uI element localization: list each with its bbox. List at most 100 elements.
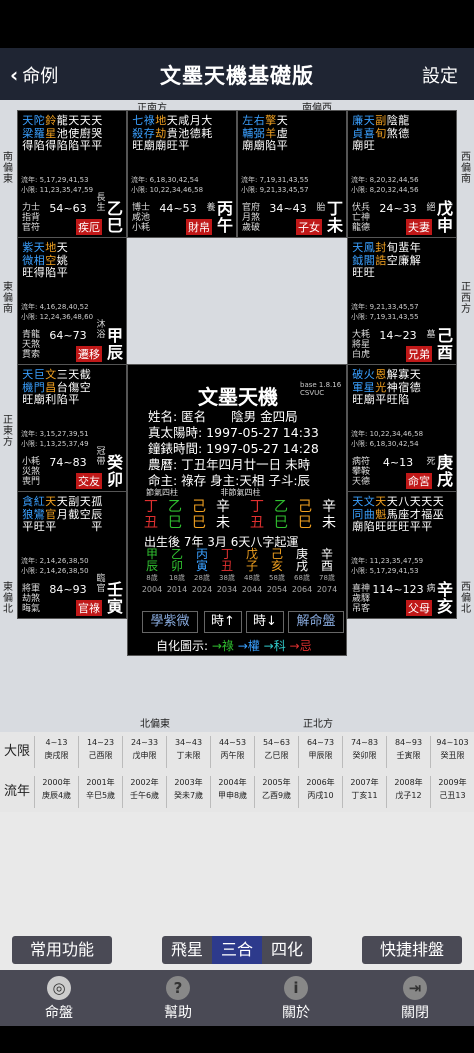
pillar: 己巳	[298, 499, 312, 531]
dayun-cell[interactable]: 丙寅 28歲 2024	[190, 548, 214, 596]
year-line1: 2000年	[42, 778, 71, 787]
palace-name: 夫妻	[406, 219, 432, 235]
palace-11[interactable]: 天同廟文曲陷天魁旺天馬旺八座旺天才平天福平天巫流年: 11,23,35,47,5…	[347, 491, 457, 619]
limit-cell[interactable]: 14~23 己酉限	[78, 736, 122, 768]
year-cell[interactable]: 2008年 戊子12	[386, 776, 430, 808]
dayun-cell[interactable]: 乙卯 18歲 2014	[165, 548, 189, 596]
age-line: 流年: 8,20,32,44,56	[351, 176, 419, 184]
time-up-button[interactable]: 時↑	[204, 611, 242, 633]
year-cell[interactable]: 2000年 庚辰4歲	[34, 776, 78, 808]
star-char: 天	[432, 495, 444, 508]
star: 地空陷	[45, 241, 57, 280]
blank-area	[0, 812, 474, 936]
palace-2[interactable]: 左輔廟右弼廟擎羊陷天虛平流年: 7,19,31,43,55 小限: 9,21,33…	[237, 110, 347, 238]
star-char: 天	[68, 368, 80, 381]
time-down-button[interactable]: 時↓	[246, 611, 284, 633]
limit-cell[interactable]: 24~33 戊申限	[122, 736, 166, 768]
palace-7[interactable]: 破軍旺火星廟恩光平解神旺寡宿陷天德流年: 10,22,34,46,58 小限: 6…	[347, 364, 457, 492]
star: 紅鸞旺	[33, 495, 46, 534]
palace-1[interactable]: 七殺旺祿存廟地劫廟天貴旺咸池平月德大耗流年: 6,18,30,42,54 小限: …	[127, 110, 237, 238]
star: 天傷平	[68, 368, 80, 407]
palace-name: 疾厄	[76, 219, 102, 235]
limit-cell[interactable]: 54~63 乙巳限	[254, 736, 298, 768]
segment-feixing[interactable]: 飛星	[162, 936, 212, 964]
limit-cell[interactable]: 44~53 丙午限	[210, 736, 254, 768]
star-brightness: 旺	[33, 520, 45, 533]
learn-ziwei-button[interactable]: 學紫微	[142, 611, 198, 633]
dayun-cell[interactable]: 庚戌 68歲 2064	[290, 548, 314, 596]
dayun-age: 68歲	[294, 574, 310, 582]
year-cell[interactable]: 2003年 癸未7歲	[166, 776, 210, 808]
year-cell[interactable]: 2002年 壬午6歲	[122, 776, 166, 808]
dayun-cell[interactable]: 辛酉 78歲 2074	[315, 548, 339, 596]
palace-4[interactable]: 紫微旺天相得地空陷天姚平流年: 4,16,28,40,52 小限: 12,24,3…	[17, 237, 127, 365]
palace-5[interactable]: 天鉞旺鳳閣旺封誥旬空蜚廉年解流年: 9,21,33,45,57 小限: 7,19,…	[347, 237, 457, 365]
palace-8[interactable]: 貪狼平紅鸞旺天官平天月副截天空孤辰平流年: 2,14,26,38,50 小限: 2…	[17, 491, 127, 619]
center-title: 文墨天機	[198, 385, 278, 409]
dayun-cell[interactable]: 甲辰 8歲 2004	[140, 548, 164, 596]
palace-3[interactable]: 廉貞廟天喜旺副旬陰煞龍德流年: 8,20,32,44,56 小限: 8,20,32…	[347, 110, 457, 238]
major-limits-row: 大限 4~13 庚戌限 14~23 己酉限 24~33 戊申限 34~43 丁未限 44~53 丙…	[0, 732, 474, 772]
year-cell[interactable]: 2004年 甲申8歲	[210, 776, 254, 808]
star-char: 鳳	[363, 241, 375, 254]
year-cell[interactable]: 2005年 乙酉9歲	[254, 776, 298, 808]
settings-button[interactable]: 設定	[422, 62, 458, 88]
tab-help[interactable]: ? 幫助	[133, 976, 223, 1022]
star-char: 月	[56, 507, 68, 521]
palace-0[interactable]: 天梁得陀羅陷鈴星得龍池陷天使陷天廚平天哭平流年: 5,17,29,41,53 小限…	[17, 110, 127, 238]
dayun-cell[interactable]: 丁丑 38歲 2034	[215, 548, 239, 596]
limit-cell[interactable]: 84~93 壬寅限	[386, 736, 430, 768]
tab-chart[interactable]: ◎ 命盤	[14, 976, 104, 1022]
tab-label: 幫助	[164, 1005, 192, 1021]
star-char: 蜚	[398, 241, 410, 254]
age-list: 流年: 11,23,35,47,59 小限: 5,17,29,41,53	[351, 556, 423, 576]
limit-line2: 癸卯限	[352, 751, 377, 760]
limit-line1: 14~23	[86, 738, 115, 747]
dayun-cell[interactable]: 己亥 58歲 2054	[265, 548, 289, 596]
star: 七殺旺	[132, 114, 144, 153]
star: 陀羅陷	[34, 114, 46, 153]
tab-about[interactable]: i 關於	[251, 976, 341, 1022]
quick-chart-button[interactable]: 快捷排盤	[362, 936, 462, 964]
star-row: 貪狼平紅鸞旺天官平天月副截天空孤辰平	[22, 495, 103, 534]
palace-6[interactable]: 天機旺巨門廟文昌利三台陷天傷平截空流年: 3,15,27,39,51 小限: 1,…	[17, 364, 127, 492]
star-char: 紫	[22, 241, 34, 254]
star-char: 天	[409, 495, 421, 508]
star-brightness: 平	[276, 139, 288, 152]
star-char: 天	[56, 241, 68, 254]
limit-cell[interactable]: 74~83 癸卯限	[342, 736, 386, 768]
limit-cell[interactable]: 94~103 癸丑限	[430, 736, 474, 768]
explain-chart-button[interactable]: 解命盤	[288, 611, 344, 633]
year-cell[interactable]: 2009年 己丑13	[430, 776, 474, 808]
year-cell[interactable]: 2007年 丁亥11	[342, 776, 386, 808]
star-char: 咸	[178, 114, 190, 127]
limit-cell[interactable]: 34~43 丁未限	[166, 736, 210, 768]
dayun-cell[interactable]: 戊子 48歲 2044	[240, 548, 264, 596]
star: 祿存廟	[144, 114, 156, 153]
tab-exit[interactable]: ⇥ 關閉	[370, 976, 460, 1022]
star: 紫微旺	[22, 241, 34, 280]
limit-cell[interactable]: 4~13 庚戌限	[34, 736, 78, 768]
direction-label: 西偏北	[461, 582, 471, 615]
palace-name: 命宮	[406, 473, 432, 489]
dayun-age: 48歲	[244, 574, 260, 582]
year-cell[interactable]: 2006年 丙戌10	[298, 776, 342, 808]
star-row: 廉貞廟天喜旺副旬陰煞龍德	[352, 114, 410, 153]
star-char: 封	[375, 241, 387, 254]
segment-sihua[interactable]: 四化	[262, 936, 312, 964]
common-functions-button[interactable]: 常用功能	[12, 936, 112, 964]
star-char: 天	[375, 495, 387, 508]
star-char: 孤	[91, 495, 103, 508]
year-cell[interactable]: 2001年 辛巳5歲	[78, 776, 122, 808]
palace-name: 兄弟	[406, 346, 432, 362]
spirit-star: 小耗	[132, 223, 151, 233]
age-list: 流年: 7,19,31,43,55 小限: 9,21,33,45,57	[241, 175, 309, 195]
star-char: 恩	[375, 368, 387, 381]
direction-label: 西偏南	[461, 152, 471, 185]
limit-line1: 4~13	[45, 738, 68, 747]
limit-cell[interactable]: 64~73 甲辰限	[298, 736, 342, 768]
segment-sanhe[interactable]: 三合	[212, 936, 262, 964]
age-list: 流年: 2,14,26,38,50 小限: 2,14,26,38,50	[21, 556, 89, 576]
star-char: 地	[155, 114, 167, 127]
limit-line2: 丁未限	[176, 751, 201, 760]
